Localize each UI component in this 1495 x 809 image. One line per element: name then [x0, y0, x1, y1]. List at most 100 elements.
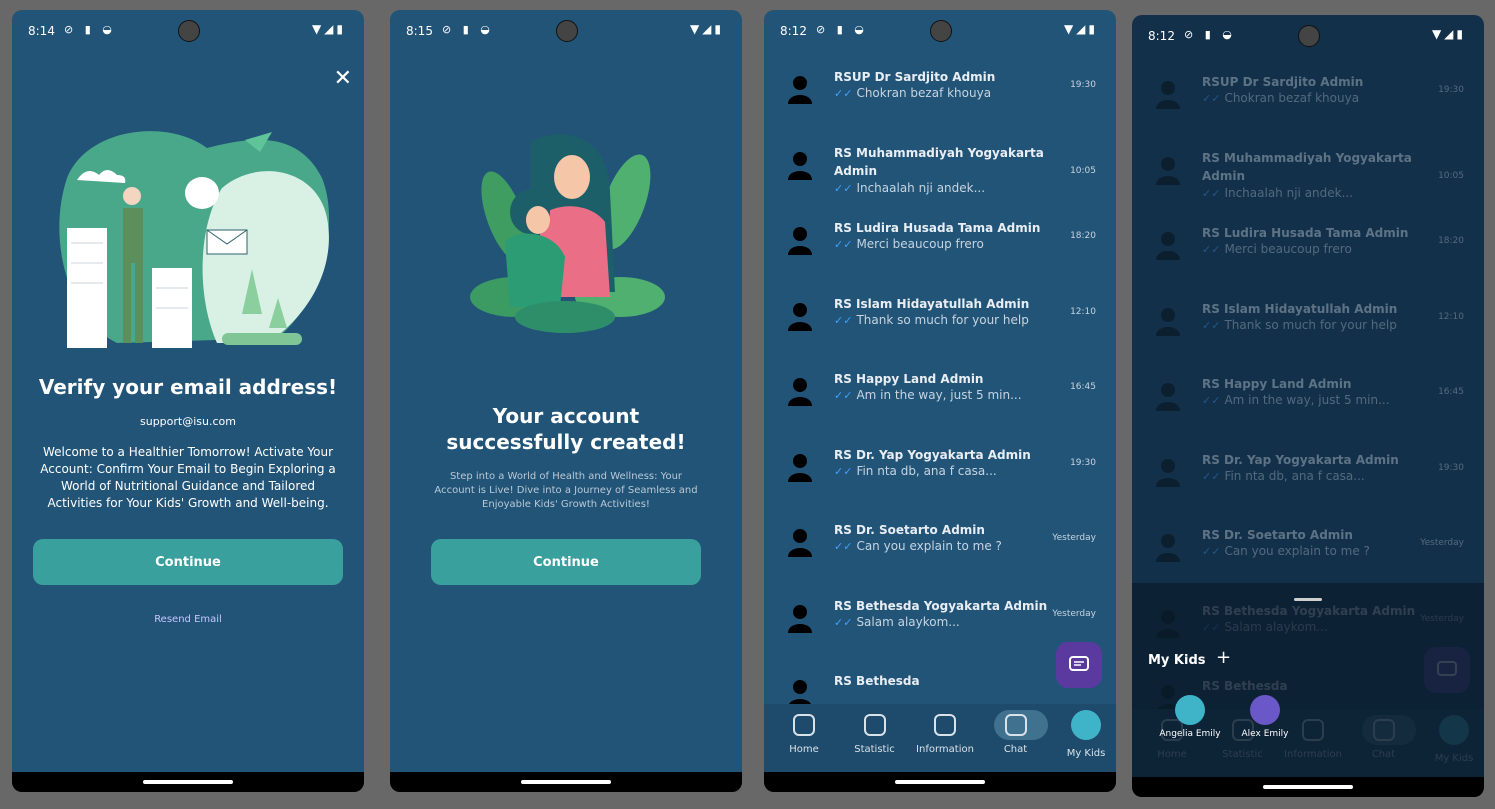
status-bar: 8:14 ⊘ ▮ ◒ ▼◢▮ — [12, 10, 364, 50]
chat-contact-name: RS Dr. Yap Yogyakarta Admin — [1202, 452, 1399, 467]
person-avatar-icon — [788, 378, 812, 406]
chat-timestamp: 19:30 — [1070, 80, 1096, 90]
list-icon — [934, 714, 956, 736]
status-icons: ⊘ ▮ ◒ — [1184, 28, 1236, 41]
home-indicator[interactable] — [143, 780, 233, 784]
person-avatar-icon — [1156, 534, 1180, 562]
resend-email-link[interactable]: Resend Email — [12, 614, 364, 625]
status-icons: ⊘ ▮ ◒ — [816, 23, 868, 36]
status-time: 8:14 — [28, 24, 55, 38]
double-check-icon: ✓✓ — [1202, 92, 1221, 105]
system-nav-bar — [1132, 777, 1484, 797]
tab-information[interactable]: Information — [909, 714, 981, 755]
double-check-icon: ✓✓ — [1202, 243, 1221, 256]
chat-last-message: ✓✓ Am in the way, just 5 min... — [1202, 393, 1390, 407]
message-preview: Am in the way, just 5 min... — [1224, 393, 1390, 407]
tab-statistic[interactable]: Statistic — [839, 714, 911, 755]
system-nav-bar — [390, 772, 742, 792]
chat-timestamp: Yesterday — [1420, 538, 1464, 548]
double-check-icon: ✓✓ — [834, 464, 853, 478]
chat-last-message: ✓✓ Fin nta db, ana f casa... — [834, 464, 997, 478]
chat-contact-name: RS Bethesda — [834, 674, 920, 688]
signal-battery-icons: ▼◢▮ — [689, 22, 724, 36]
status-time: 8:12 — [1148, 29, 1175, 43]
double-check-icon: ✓✓ — [1202, 545, 1221, 558]
chat-timestamp: 10:05 — [1438, 170, 1464, 181]
title-line-2: successfully created! — [446, 430, 686, 454]
kid-chip-alex[interactable]: Alex Emily — [1225, 695, 1305, 739]
continue-button[interactable]: Continue — [431, 539, 701, 585]
message-preview: Inchaalah nji andek... — [1224, 185, 1354, 200]
chat-list-item[interactable]: RS Ludira Husada Tama Admin ✓✓ Merci beauc… — [764, 219, 1116, 295]
chat-list-item: RS Ludira Husada Tama Admin ✓✓ Merci beauc… — [1132, 224, 1484, 300]
kid-avatar-icon — [1071, 710, 1101, 740]
tab-chat[interactable]: Chat — [980, 710, 1052, 755]
chat-last-message: ✓✓ Can you explain to me ? — [1202, 544, 1370, 558]
status-bar: 8:15 ⊘ ▮ ◒ ▼◢▮ — [390, 10, 742, 50]
chat-contact-name: RS Muhammadiyah Yogyakarta Admin — [1202, 150, 1412, 183]
chat-list-item[interactable]: RSUP Dr Sardjito Admin ✓✓ Chokran bezaf kh… — [764, 68, 1116, 144]
chat-last-message: ✓✓ Thank so much for your help — [1202, 318, 1397, 332]
person-avatar-icon — [788, 227, 812, 255]
kid-chip-angelia[interactable]: Angelia Emily — [1150, 695, 1230, 739]
home-icon — [793, 714, 815, 736]
bottom-tab-bar: Home Statistic Information Chat My Kids — [764, 704, 1116, 772]
new-chat-fab[interactable] — [1056, 642, 1102, 688]
tab-label: Statistic — [854, 744, 895, 755]
chat-contact-name: RS Islam Hidayatullah Admin — [834, 296, 1030, 311]
chat-contact-name: RS Islam Hidayatullah Admin — [1202, 301, 1398, 316]
sheet-drag-handle[interactable] — [1294, 598, 1322, 601]
home-indicator[interactable] — [1263, 785, 1353, 789]
home-indicator[interactable] — [895, 780, 985, 784]
person-avatar-icon — [788, 151, 812, 180]
chat-last-message: ✓✓ Chokran bezaf khouya — [1202, 91, 1359, 105]
tab-home[interactable]: Home — [768, 714, 840, 755]
chat-contact-name: RS Ludira Husada Tama Admin — [834, 221, 1041, 235]
my-kids-sheet-screen: 8:12 ⊘ ▮ ◒ ▼◢▮ RSUP Dr Sardjito Admin ✓✓ C… — [1132, 15, 1484, 797]
double-check-icon: ✓✓ — [834, 238, 853, 251]
status-bar: 8:12 ⊘ ▮ ◒ ▼◢▮ — [1132, 15, 1484, 55]
close-icon[interactable]: ✕ — [334, 66, 352, 91]
continue-button[interactable]: Continue — [33, 539, 343, 585]
chat-timestamp: 16:45 — [1070, 382, 1096, 392]
kid-name: Angelia Emily — [1159, 729, 1221, 739]
chat-list-item: RS Islam Hidayatullah Admin ✓✓ Thank so mu… — [1132, 300, 1484, 376]
chat-icon — [1004, 714, 1027, 736]
add-kid-button[interactable]: + — [1216, 647, 1231, 668]
chat-timestamp: 18:20 — [1070, 231, 1096, 241]
chat-list-screen: 8:12 ⊘ ▮ ◒ ▼◢▮ RSUP Dr Sardjito Admin ✓✓ C… — [764, 10, 1116, 792]
chat-list-item[interactable]: RS Dr. Soetarto Admin ✓✓ Can you explain t… — [764, 521, 1116, 597]
chat-list-item[interactable]: RS Happy Land Admin ✓✓ Am in the way, just… — [764, 370, 1116, 446]
verify-body-text: Welcome to a Healthier Tomorrow! Activat… — [40, 445, 336, 510]
person-avatar-icon — [1156, 81, 1180, 109]
home-indicator[interactable] — [521, 780, 611, 784]
chat-timestamp: 16:45 — [1438, 387, 1464, 397]
chat-list-item[interactable]: RS Dr. Yap Yogyakarta Admin ✓✓ Fin nta db,… — [764, 446, 1116, 522]
chat-list-item[interactable]: RS Islam Hidayatullah Admin ✓✓ Thank so mu… — [764, 295, 1116, 371]
tab-label: Information — [916, 744, 974, 755]
chat-list-item[interactable]: RS Muhammadiyah Yogyakarta Admin ✓✓ Inchaa… — [764, 144, 1116, 220]
tab-label: My Kids — [1066, 748, 1106, 759]
message-preview: Can you explain to me ? — [1224, 544, 1370, 558]
signal-battery-icons: ▼◢▮ — [1063, 22, 1098, 36]
chat-timestamp: 19:30 — [1438, 462, 1464, 473]
verify-email-screen: 8:14 ⊘ ▮ ◒ ▼◢▮ ✕ Verify your email addre… — [12, 10, 364, 792]
person-avatar-icon — [1156, 383, 1180, 411]
chat-last-message: ✓✓ Inchaalah nji andek... — [1202, 186, 1353, 200]
chat-contact-name: RS Dr. Soetarto Admin — [1202, 528, 1353, 542]
title-line-1: Your account — [492, 404, 640, 428]
person-avatar-icon — [788, 604, 812, 633]
double-check-icon: ✓✓ — [834, 87, 853, 100]
person-avatar-icon — [1156, 232, 1180, 260]
message-preview: Merci beaucoup frero — [1224, 242, 1352, 256]
person-avatar-icon — [788, 453, 812, 482]
message-preview: Chokran bezaf khouya — [1224, 91, 1360, 105]
status-bar: 8:12 ⊘ ▮ ◒ ▼◢▮ — [764, 10, 1116, 50]
message-preview: Salam alaykom... — [856, 614, 960, 629]
chat-contact-name: RS Happy Land Admin — [834, 372, 984, 386]
status-time: 8:15 — [406, 24, 433, 38]
chat-timestamp: Yesterday — [1052, 533, 1096, 543]
tab-my-kids[interactable]: My Kids — [1050, 710, 1116, 759]
status-icons: ⊘ ▮ ◒ — [442, 23, 494, 36]
system-nav-bar — [12, 772, 364, 792]
